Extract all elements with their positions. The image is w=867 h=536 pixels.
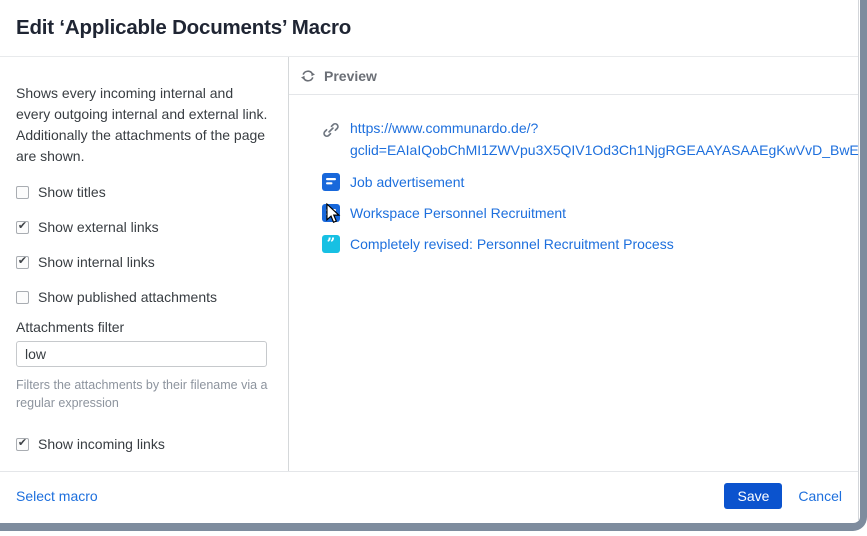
refresh-icon[interactable] <box>300 68 316 84</box>
checkbox-show-external-links[interactable] <box>16 221 29 234</box>
svg-text:”: ” <box>327 235 336 253</box>
checkbox-row-show-external-links[interactable]: Show external links <box>16 219 272 235</box>
external-url-link[interactable]: https://www.communardo.de/? gclid=EAIaIQ… <box>350 117 859 161</box>
checkbox-label: Show incoming links <box>38 436 165 452</box>
attachments-filter-label: Attachments filter <box>16 319 272 335</box>
preview-content: https://www.communardo.de/? gclid=EAIaIQ… <box>289 95 858 254</box>
screen: Edit ‘Applicable Documents’ Macro Shows … <box>0 0 867 536</box>
attachments-filter-help: Filters the attachments by their filenam… <box>16 376 272 412</box>
dialog-header: Edit ‘Applicable Documents’ Macro <box>0 0 858 57</box>
checkbox-label: Show titles <box>38 184 106 200</box>
checkbox-show-titles[interactable] <box>16 186 29 199</box>
preview-item-page: Workspace Personnel Recruitment <box>322 204 846 223</box>
attachments-filter-input[interactable] <box>16 341 267 367</box>
checkbox-row-show-internal-links[interactable]: Show internal links <box>16 254 272 270</box>
checkbox-row-show-published-attachments[interactable]: Show published attachments <box>16 289 272 305</box>
preview-item-external-link: https://www.communardo.de/? gclid=EAIaIQ… <box>322 119 846 161</box>
blogpost-icon: ” <box>322 235 340 253</box>
checkbox-show-incoming-links[interactable] <box>16 438 29 451</box>
external-url-line1[interactable]: https://www.communardo.de/? <box>350 117 859 139</box>
page-icon <box>322 204 340 222</box>
preview-item-blogpost: ” Completely revised: Personnel Recruitm… <box>322 235 846 254</box>
checkbox-row-show-titles[interactable]: Show titles <box>16 184 272 200</box>
select-macro-link[interactable]: Select macro <box>16 488 98 504</box>
attachments-filter-group: Attachments filter Filters the attachmen… <box>16 319 272 412</box>
edit-macro-dialog: Edit ‘Applicable Documents’ Macro Shows … <box>0 0 859 520</box>
checkbox-show-internal-links[interactable] <box>16 256 29 269</box>
checkbox-show-published-attachments[interactable] <box>16 291 29 304</box>
preview-header: Preview <box>289 57 858 95</box>
checkbox-row-show-incoming-links[interactable]: Show incoming links <box>16 436 272 452</box>
page-icon <box>322 173 340 191</box>
checkbox-label: Show internal links <box>38 254 155 270</box>
cancel-button[interactable]: Cancel <box>798 488 842 504</box>
page-title: Edit ‘Applicable Documents’ Macro <box>16 16 351 40</box>
preview-item-page: Job advertisement <box>322 173 846 192</box>
preview-blogpost-link[interactable]: Completely revised: Personnel Recruitmen… <box>350 235 674 254</box>
checkbox-label: Show published attachments <box>38 289 217 305</box>
preview-panel: Preview <box>289 57 858 471</box>
dialog-footer: Select macro Save Cancel <box>0 471 858 520</box>
preview-page-link[interactable]: Workspace Personnel Recruitment <box>350 204 566 223</box>
external-url-line2[interactable]: gclid=EAIaIQobChMI1ZWVpu3X5QIV1Od3Ch1Njg… <box>350 139 859 161</box>
link-icon <box>322 121 340 139</box>
preview-page-link[interactable]: Job advertisement <box>350 173 464 192</box>
save-button[interactable]: Save <box>724 483 782 509</box>
checkbox-label: Show external links <box>38 219 159 235</box>
dialog-body: Shows every incoming internal and every … <box>0 57 858 471</box>
preview-title: Preview <box>324 68 377 84</box>
footer-actions: Save Cancel <box>724 483 842 509</box>
macro-description: Shows every incoming internal and every … <box>16 83 268 167</box>
macro-parameters-panel: Shows every incoming internal and every … <box>0 57 289 471</box>
